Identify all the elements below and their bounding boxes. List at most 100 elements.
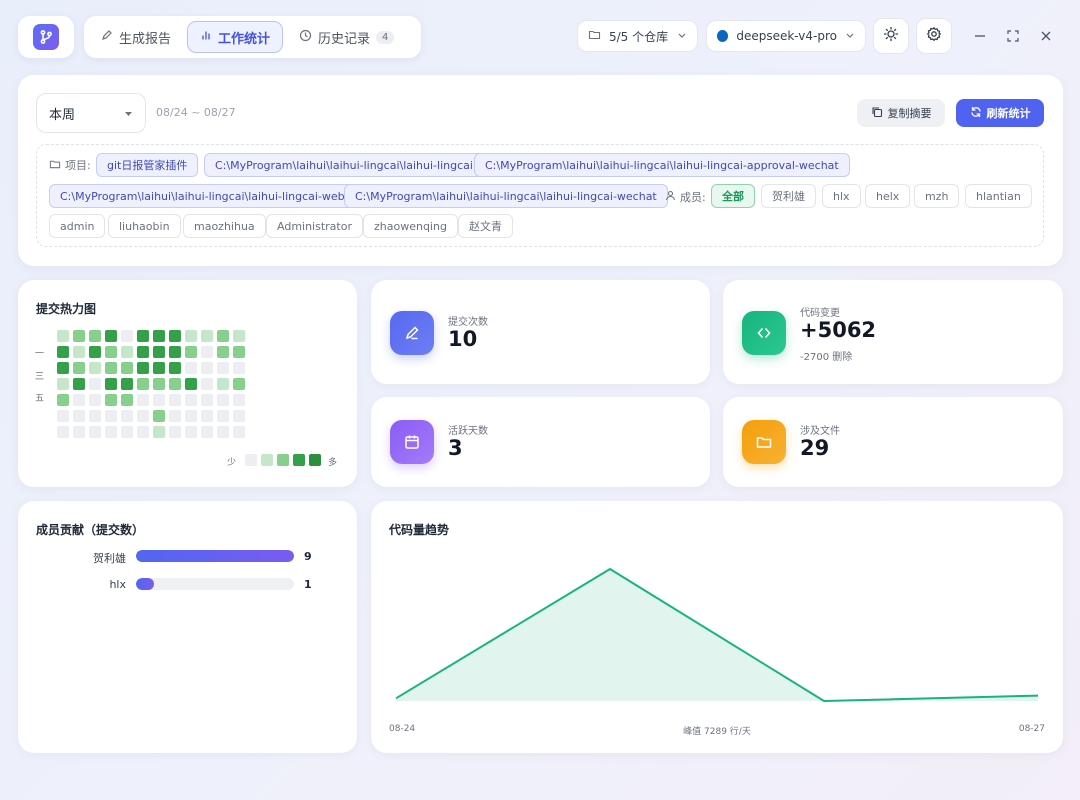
heatmap-cell[interactable] (233, 330, 245, 342)
heatmap-cell[interactable] (137, 426, 149, 438)
heatmap-cell[interactable] (201, 362, 213, 374)
maximize-button[interactable] (1003, 26, 1023, 46)
repo-chip[interactable]: C:\MyProgram\laihui\laihui-lingcai\laihu… (474, 153, 850, 177)
heatmap-cell[interactable] (137, 330, 149, 342)
tab-history[interactable]: 历史记录 4 (287, 21, 406, 53)
member-chip[interactable]: admin (49, 214, 106, 238)
heatmap-cell[interactable] (153, 410, 165, 422)
heatmap-cell[interactable] (73, 330, 85, 342)
heatmap-cell[interactable] (153, 394, 165, 406)
heatmap-cell[interactable] (137, 346, 149, 358)
member-chip[interactable]: hlantian (965, 184, 1032, 208)
heatmap-cell[interactable] (169, 394, 181, 406)
heatmap-cell[interactable] (73, 426, 85, 438)
heatmap-cell[interactable] (217, 330, 229, 342)
theme-toggle-button[interactable] (873, 18, 909, 54)
heatmap-cell[interactable] (89, 378, 101, 390)
heatmap-cell[interactable] (217, 362, 229, 374)
heatmap-cell[interactable] (105, 330, 117, 342)
heatmap-cell[interactable] (57, 410, 69, 422)
heatmap-cell[interactable] (121, 362, 133, 374)
tab-work-stats[interactable]: 工作统计 (187, 21, 284, 53)
repo-chip[interactable]: C:\MyProgram\laihui\laihui-lingcai\laihu… (344, 184, 668, 208)
heatmap-cell[interactable] (233, 394, 245, 406)
heatmap-cell[interactable] (185, 394, 197, 406)
member-chip[interactable]: 赵文青 (458, 214, 513, 238)
heatmap-cell[interactable] (217, 346, 229, 358)
member-chip[interactable]: maozhihua (183, 214, 266, 238)
heatmap-cell[interactable] (153, 330, 165, 342)
heatmap-cell[interactable] (201, 426, 213, 438)
heatmap-cell[interactable] (89, 426, 101, 438)
heatmap-cell[interactable] (185, 362, 197, 374)
heatmap-cell[interactable] (73, 362, 85, 374)
member-chip[interactable]: helx (865, 184, 911, 208)
heatmap-cell[interactable] (121, 394, 133, 406)
heatmap-cell[interactable] (169, 330, 181, 342)
heatmap-cell[interactable] (169, 362, 181, 374)
member-chip-all[interactable]: 全部 (711, 184, 755, 208)
refresh-stats-button[interactable]: 刷新统计 (956, 99, 1044, 127)
heatmap-cell[interactable] (137, 394, 149, 406)
member-chip[interactable]: Administrator (266, 214, 363, 238)
settings-button[interactable] (916, 18, 952, 54)
heatmap-cell[interactable] (105, 426, 117, 438)
heatmap-cell[interactable] (73, 378, 85, 390)
heatmap-cell[interactable] (89, 346, 101, 358)
heatmap-cell[interactable] (57, 378, 69, 390)
heatmap-cell[interactable] (105, 362, 117, 374)
heatmap-cell[interactable] (121, 346, 133, 358)
heatmap-cell[interactable] (57, 362, 69, 374)
member-chip[interactable]: 贺利雄 (761, 184, 816, 208)
heatmap-cell[interactable] (201, 378, 213, 390)
heatmap-cell[interactable] (217, 378, 229, 390)
heatmap-cell[interactable] (233, 378, 245, 390)
heatmap-cell[interactable] (121, 426, 133, 438)
heatmap-cell[interactable] (185, 410, 197, 422)
member-chip[interactable]: hlx (822, 184, 861, 208)
heatmap-cell[interactable] (105, 346, 117, 358)
heatmap-cell[interactable] (201, 410, 213, 422)
heatmap-cell[interactable] (201, 346, 213, 358)
heatmap-cell[interactable] (137, 362, 149, 374)
repo-chip[interactable]: git日报管家插件 (96, 153, 199, 177)
copy-summary-button[interactable]: 复制摘要 (857, 99, 945, 127)
heatmap-cell[interactable] (169, 426, 181, 438)
heatmap-cell[interactable] (153, 346, 165, 358)
heatmap-cell[interactable] (121, 330, 133, 342)
heatmap-cell[interactable] (153, 426, 165, 438)
model-selector[interactable]: deepseek-v4-pro (706, 20, 866, 52)
member-chip[interactable]: zhaowenqing (363, 214, 458, 238)
heatmap-cell[interactable] (185, 426, 197, 438)
heatmap-cell[interactable] (233, 346, 245, 358)
period-select[interactable]: 本周 (36, 93, 146, 133)
repo-selector[interactable]: 5/5 个仓库 (577, 20, 698, 52)
heatmap-cell[interactable] (201, 330, 213, 342)
heatmap-cell[interactable] (217, 410, 229, 422)
heatmap-cell[interactable] (169, 410, 181, 422)
heatmap-cell[interactable] (105, 394, 117, 406)
repo-chip[interactable]: C:\MyProgram\laihui\laihui-lingcai\laihu… (49, 184, 356, 208)
heatmap-cell[interactable] (57, 426, 69, 438)
heatmap-cell[interactable] (185, 378, 197, 390)
heatmap-cell[interactable] (57, 330, 69, 342)
heatmap-cell[interactable] (185, 346, 197, 358)
heatmap-cell[interactable] (73, 410, 85, 422)
heatmap-cell[interactable] (169, 346, 181, 358)
member-chip[interactable]: liuhaobin (108, 214, 181, 238)
heatmap-cell[interactable] (89, 394, 101, 406)
heatmap-cell[interactable] (121, 410, 133, 422)
heatmap-cell[interactable] (57, 394, 69, 406)
heatmap-cell[interactable] (89, 362, 101, 374)
heatmap-cell[interactable] (201, 394, 213, 406)
heatmap-cell[interactable] (153, 362, 165, 374)
heatmap-cell[interactable] (121, 378, 133, 390)
minimize-button[interactable] (970, 26, 990, 46)
heatmap-cell[interactable] (169, 378, 181, 390)
tab-generate-report[interactable]: 生成报告 (89, 21, 183, 53)
heatmap-cell[interactable] (137, 410, 149, 422)
heatmap-cell[interactable] (233, 426, 245, 438)
heatmap-cell[interactable] (153, 378, 165, 390)
heatmap-cell[interactable] (89, 410, 101, 422)
repo-chip[interactable]: C:\MyProgram\laihui\laihui-lingcai\laihu… (204, 153, 484, 177)
